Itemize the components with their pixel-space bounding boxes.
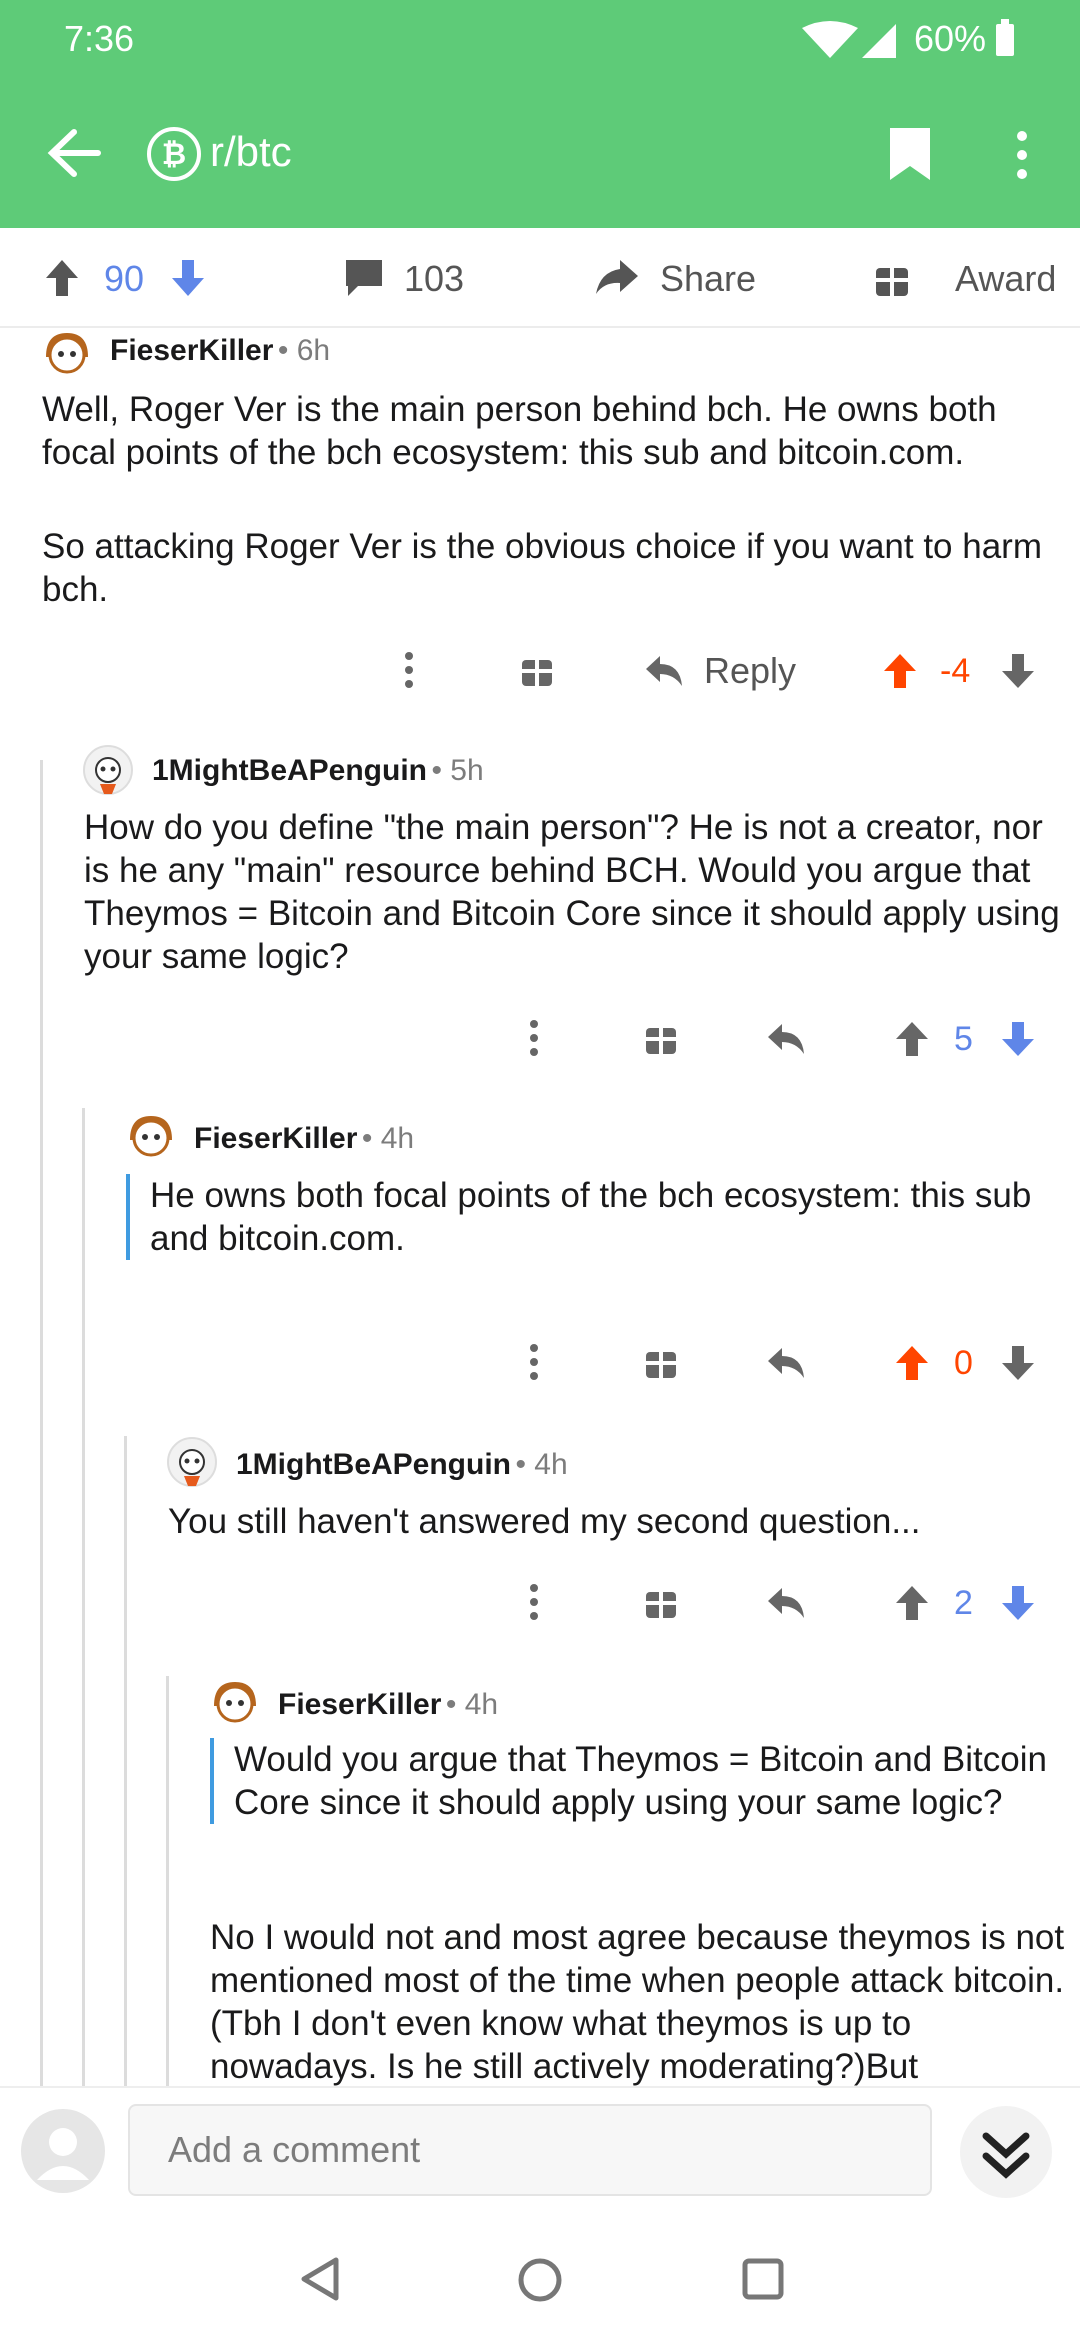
share-button[interactable]: Share bbox=[660, 258, 756, 300]
wifi-signal-icon bbox=[802, 21, 896, 58]
bitcoin-icon: ₿ bbox=[147, 127, 201, 181]
share-icon[interactable] bbox=[594, 256, 640, 296]
nav-back-icon[interactable] bbox=[298, 2256, 342, 2302]
back-arrow-icon[interactable] bbox=[46, 128, 102, 178]
quote-block: He owns both focal points of the bch eco… bbox=[126, 1174, 1060, 1260]
comment-body: No I would not and most agree because th… bbox=[210, 1918, 1065, 2086]
reply-icon[interactable] bbox=[766, 1020, 806, 1056]
thread-line[interactable] bbox=[40, 760, 43, 2090]
status-time: 7:36 bbox=[64, 18, 135, 59]
comment-author[interactable]: 1MightBeAPenguin bbox=[236, 1448, 511, 1481]
thread-line[interactable] bbox=[82, 1108, 85, 2090]
post-action-bar bbox=[0, 228, 1080, 328]
downvote-icon[interactable] bbox=[170, 258, 206, 298]
battery-level: 60% bbox=[913, 18, 986, 59]
reply-icon[interactable] bbox=[766, 1584, 806, 1620]
avatar[interactable] bbox=[124, 1110, 178, 1158]
upvote-icon[interactable] bbox=[894, 1344, 930, 1382]
comment-body: How do you define "the main person"? He … bbox=[84, 808, 1060, 976]
downvote-icon[interactable] bbox=[1000, 1584, 1036, 1622]
more-options-icon[interactable] bbox=[528, 1342, 540, 1382]
subreddit-title[interactable]: r/btc bbox=[210, 128, 292, 176]
thread-line[interactable] bbox=[124, 1436, 127, 2090]
comment-time: 4h bbox=[380, 1122, 415, 1155]
comment-author[interactable]: FieserKiller bbox=[278, 1688, 441, 1721]
comment-body: So attacking Roger Ver is the obvious ch… bbox=[42, 527, 1042, 609]
comment-body: Well, Roger Ver is the main person behin… bbox=[42, 390, 997, 472]
quote-block: Would you argue that Theymos = Bitcoin a… bbox=[210, 1738, 1080, 1824]
comment-score: 5 bbox=[954, 1020, 973, 1058]
comment-score: -4 bbox=[940, 652, 971, 690]
downvote-icon[interactable] bbox=[1000, 1344, 1036, 1382]
bookmark-icon[interactable] bbox=[888, 126, 932, 182]
award-button[interactable]: Award bbox=[955, 258, 1056, 300]
user-avatar-icon[interactable] bbox=[20, 2108, 106, 2194]
post-score: 90 bbox=[104, 258, 145, 299]
downvote-icon[interactable] bbox=[1000, 1020, 1036, 1058]
avatar[interactable] bbox=[40, 327, 94, 375]
nav-recents-icon[interactable] bbox=[740, 2256, 786, 2302]
reply-icon[interactable] bbox=[766, 1344, 806, 1380]
svg-text:₿: ₿ bbox=[162, 138, 186, 171]
comment-time: 5h bbox=[450, 754, 484, 787]
reply-button[interactable]: Reply bbox=[704, 650, 796, 692]
comment-author[interactable]: FieserKiller bbox=[110, 334, 273, 367]
comment-icon[interactable] bbox=[344, 258, 384, 298]
thread-line[interactable] bbox=[166, 1676, 169, 2090]
comment-score: 0 bbox=[954, 1344, 973, 1382]
comment-meta: 1MightBeAPenguin • 5h bbox=[152, 754, 484, 787]
comment-author[interactable]: FieserKiller bbox=[194, 1122, 357, 1155]
award-icon[interactable] bbox=[644, 1344, 678, 1380]
avatar[interactable] bbox=[82, 744, 134, 796]
upvote-icon[interactable] bbox=[894, 1020, 930, 1058]
comment-meta: FieserKiller • 4h bbox=[194, 1122, 415, 1155]
more-options-icon[interactable] bbox=[528, 1582, 540, 1622]
award-icon[interactable] bbox=[644, 1584, 678, 1620]
comment-time: 4h bbox=[464, 1688, 499, 1721]
comment-meta: 1MightBeAPenguin • 4h bbox=[236, 1448, 568, 1481]
more-options-icon[interactable] bbox=[528, 1018, 540, 1058]
award-icon[interactable] bbox=[874, 258, 910, 298]
battery-icon bbox=[996, 19, 1014, 56]
reply-icon[interactable] bbox=[644, 652, 684, 688]
more-options-icon[interactable] bbox=[403, 650, 415, 690]
comment-count[interactable]: 103 bbox=[404, 258, 464, 300]
overflow-menu-icon[interactable] bbox=[1012, 128, 1032, 182]
upvote-icon[interactable] bbox=[882, 652, 918, 690]
comment-meta: FieserKiller • 4h bbox=[278, 1688, 499, 1721]
award-icon[interactable] bbox=[520, 652, 554, 688]
downvote-icon[interactable] bbox=[1000, 652, 1036, 690]
comment-input[interactable]: Add a comment bbox=[128, 2104, 932, 2196]
collapse-down-icon[interactable] bbox=[956, 2104, 1056, 2200]
comment-meta: FieserKiller • 6h bbox=[110, 334, 331, 367]
upvote-icon[interactable] bbox=[44, 258, 80, 298]
nav-home-icon[interactable] bbox=[516, 2256, 564, 2304]
avatar[interactable] bbox=[208, 1676, 262, 1724]
comment-score: 2 bbox=[954, 1584, 973, 1622]
avatar[interactable] bbox=[166, 1436, 218, 1488]
comment-time: 4h bbox=[534, 1448, 568, 1481]
award-icon[interactable] bbox=[644, 1020, 678, 1056]
comment-body: You still haven't answered my second que… bbox=[168, 1502, 921, 1541]
comment-author[interactable]: 1MightBeAPenguin bbox=[152, 754, 427, 787]
upvote-icon[interactable] bbox=[894, 1584, 930, 1622]
comment-time: 6h bbox=[296, 334, 331, 367]
